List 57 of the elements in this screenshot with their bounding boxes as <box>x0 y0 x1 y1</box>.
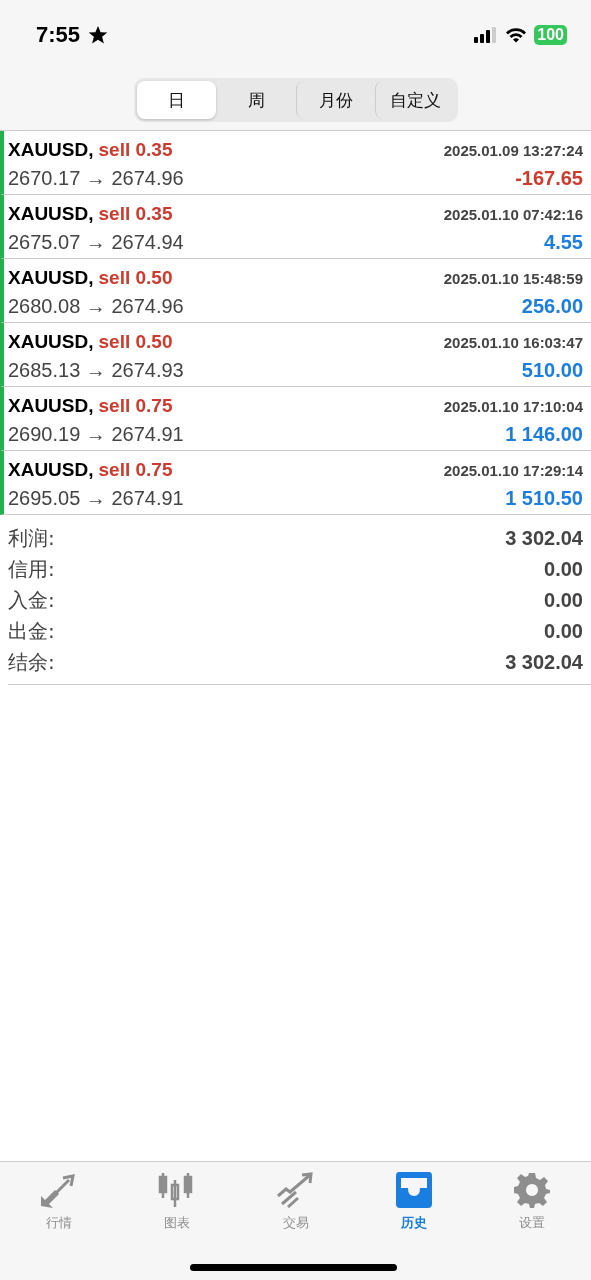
settings-icon <box>512 1172 551 1208</box>
order-volume: sell 0.35 <box>98 203 173 224</box>
profit-value: 4.55 <box>543 231 583 254</box>
profit-value: 1 510.50 <box>504 487 583 510</box>
nav-tab[interactable]: 历史 <box>354 1172 473 1232</box>
summary-label: 出金: <box>8 618 55 645</box>
trade-time: 2025.01.10 16:03:47 <box>443 333 583 351</box>
inbox-tray-icon <box>393 1172 434 1208</box>
symbol-label: XAUUSD, <box>8 331 94 352</box>
nav-tab[interactable]: 行情 <box>0 1172 119 1232</box>
clock-time: 7:55 <box>36 22 81 48</box>
summary-label: 结余: <box>8 649 55 676</box>
order-volume: sell 0.35 <box>98 139 173 160</box>
summary-value: 3 302.04 <box>505 651 583 674</box>
period-tab[interactable]: 月份 <box>295 81 375 119</box>
price-range: 2670.17 → 2674.96 <box>8 167 185 190</box>
symbol-label: XAUUSD, <box>8 395 94 416</box>
order-volume: sell 0.75 <box>98 395 173 416</box>
trend-lines-icon <box>275 1172 316 1208</box>
price-range: 2680.08 → 2674.96 <box>8 295 185 318</box>
summary-label: 入金: <box>8 587 55 614</box>
trade-time: 2025.01.10 07:42:16 <box>443 205 583 223</box>
price-range: 2685.13 → 2674.93 <box>8 359 185 382</box>
symbol-label: XAUUSD, <box>8 203 94 224</box>
symbol-label: XAUUSD, <box>8 139 94 160</box>
order-volume: sell 0.75 <box>98 459 173 480</box>
summary-label: 信用: <box>8 556 55 583</box>
price-range: 2675.07 → 2674.94 <box>8 231 185 254</box>
nav-tab[interactable]: 交易 <box>236 1172 355 1232</box>
symbol-label: XAUUSD, <box>8 267 94 288</box>
summary-value: 0.00 <box>544 558 583 581</box>
profit-value: 1 146.00 <box>504 423 583 446</box>
nav-tab[interactable]: 设置 <box>472 1172 591 1232</box>
wifi-icon <box>505 27 528 43</box>
price-range: 2690.19 → 2674.91 <box>8 423 185 446</box>
order-volume: sell 0.50 <box>98 267 173 288</box>
trade-time: 2025.01.10 15:48:59 <box>443 269 583 287</box>
trade-time: 2025.01.10 17:10:04 <box>443 397 583 415</box>
period-tab[interactable]: 自定义 <box>375 81 455 119</box>
star-icon <box>88 25 109 45</box>
trade-time: 2025.01.09 13:27:24 <box>443 141 583 159</box>
signal-icon <box>474 27 499 43</box>
trade-time: 2025.01.10 17:29:14 <box>443 461 583 479</box>
profit-value: 256.00 <box>520 295 583 318</box>
period-tab[interactable]: 日 <box>136 81 216 119</box>
summary-value: 0.00 <box>544 620 583 643</box>
profit-value: 510.00 <box>520 359 583 382</box>
summary-label: 利润: <box>8 525 55 552</box>
summary-value: 3 302.04 <box>505 527 583 550</box>
period-tab[interactable]: 周 <box>216 81 296 119</box>
price-range: 2695.05 → 2674.91 <box>8 487 185 510</box>
summary-value: 0.00 <box>544 589 583 612</box>
order-volume: sell 0.50 <box>98 331 173 352</box>
battery-icon: 100 <box>534 25 567 45</box>
nav-tab[interactable]: 图表 <box>118 1172 237 1232</box>
profit-value: -167.65 <box>514 167 583 190</box>
symbol-label: XAUUSD, <box>8 459 94 480</box>
